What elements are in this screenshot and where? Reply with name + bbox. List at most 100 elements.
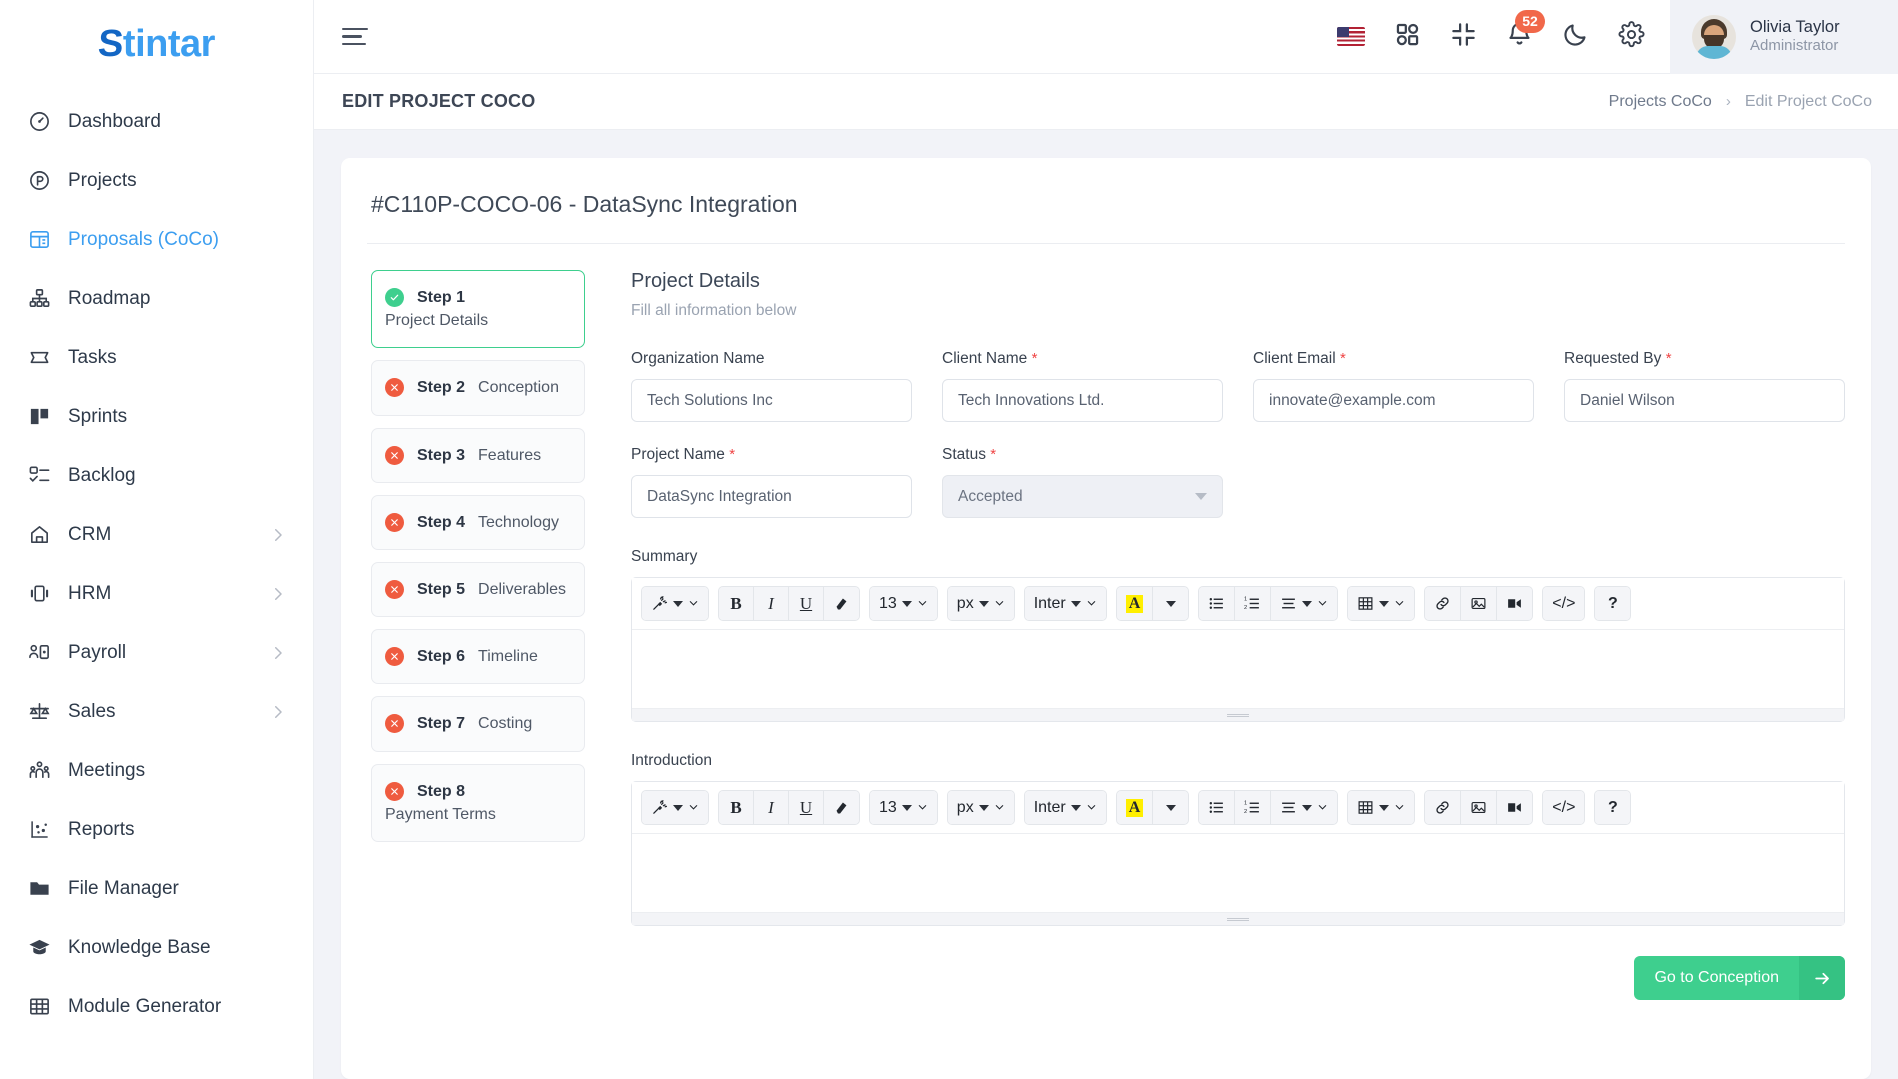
sidebar-item-roadmap[interactable]: Roadmap <box>0 269 313 328</box>
brand-logo[interactable]: Stintar <box>0 0 313 88</box>
highlight-letter: A <box>1125 798 1144 817</box>
sidebar: Stintar Dashboard Projects Proposals (Co… <box>0 0 314 1079</box>
introduction-editor-content[interactable] <box>632 834 1844 912</box>
bullet-list-button[interactable] <box>1199 791 1236 824</box>
italic-button[interactable]: I <box>754 587 789 620</box>
notifications-button[interactable]: 52 <box>1504 9 1545 52</box>
project-name-input[interactable] <box>631 475 912 518</box>
sidebar-item-proposals[interactable]: Proposals (CoCo) <box>0 210 313 269</box>
font-size-select[interactable]: 13 <box>870 791 937 824</box>
sidebar-item-label: Module Generator <box>68 995 222 1017</box>
sidebar-item-backlog[interactable]: Backlog <box>0 446 313 505</box>
summary-label: Summary <box>631 548 698 565</box>
size-unit-select[interactable]: px <box>947 791 1014 824</box>
breadcrumb-parent[interactable]: Projects CoCo <box>1609 93 1712 111</box>
step-item-costing[interactable]: Step 7 Costing <box>371 696 585 752</box>
p-circle-icon <box>26 168 52 194</box>
bullet-list-button[interactable] <box>1199 587 1236 620</box>
align-button[interactable] <box>1271 791 1338 824</box>
code-view-button[interactable]: </> <box>1543 587 1585 620</box>
sidebar-item-hrm[interactable]: HRM <box>0 564 313 623</box>
size-unit-select[interactable]: px <box>947 587 1014 620</box>
apps-grid-button[interactable] <box>1392 22 1422 52</box>
font-size-select[interactable]: 13 <box>870 587 937 620</box>
user-profile-text: Olivia Taylor Administrator <box>1750 17 1840 56</box>
project-edit-card: #C110P-COCO-06 - DataSync Integration St… <box>341 158 1871 1079</box>
clear-format-button[interactable] <box>824 791 859 824</box>
highlight-color-dropdown[interactable] <box>1153 791 1189 824</box>
summary-editor-content[interactable] <box>632 630 1844 708</box>
link-button[interactable] <box>1425 791 1462 824</box>
introduction-editor-resize-handle[interactable] <box>632 912 1844 925</box>
font-family-select[interactable]: Inter <box>1024 791 1106 824</box>
video-button[interactable] <box>1497 791 1533 824</box>
italic-button[interactable]: I <box>754 791 789 824</box>
sidebar-item-knowledge-base[interactable]: Knowledge Base <box>0 918 313 977</box>
text-highlight-button[interactable]: A <box>1116 791 1154 824</box>
step-title: Costing <box>478 715 533 733</box>
font-family-select[interactable]: Inter <box>1024 587 1106 620</box>
align-button[interactable] <box>1271 587 1338 620</box>
underline-button[interactable]: U <box>789 791 824 824</box>
client-name-input[interactable] <box>942 379 1223 422</box>
step-title: Deliverables <box>478 580 567 598</box>
image-button[interactable] <box>1461 791 1498 824</box>
step-item-features[interactable]: Step 3 Features <box>371 427 585 483</box>
sidebar-item-next[interactable] <box>0 1036 313 1052</box>
sidebar-item-reports[interactable]: Reports <box>0 800 313 859</box>
table-button[interactable] <box>1348 791 1415 824</box>
go-to-conception-button[interactable]: Go to Conception <box>1634 956 1845 1000</box>
summary-editor-resize-handle[interactable] <box>632 708 1844 721</box>
help-button[interactable]: ? <box>1595 791 1631 824</box>
caret-icon <box>1165 804 1176 811</box>
sidebar-item-meetings[interactable]: Meetings <box>0 741 313 800</box>
step-number: Step 1 <box>417 289 466 306</box>
step-item-conception[interactable]: Step 2 Conception <box>371 360 585 416</box>
sidebar-item-partial[interactable] <box>0 1036 313 1052</box>
sidebar-toggle-button[interactable] <box>342 22 376 52</box>
help-button[interactable]: ? <box>1595 587 1631 620</box>
highlight-color-dropdown[interactable] <box>1153 587 1189 620</box>
code-view-button[interactable]: </> <box>1543 791 1585 824</box>
sidebar-item-payroll[interactable]: Payroll <box>0 623 313 682</box>
link-button[interactable] <box>1425 587 1462 620</box>
user-name: Olivia Taylor <box>1750 17 1840 36</box>
sidebar-item-file-manager[interactable]: File Manager <box>0 859 313 918</box>
client-email-input[interactable] <box>1253 379 1534 422</box>
sidebar-item-module-generator[interactable]: Module Generator <box>0 977 313 1036</box>
fullscreen-exit-button[interactable] <box>1448 22 1478 52</box>
video-button[interactable] <box>1497 587 1533 620</box>
sidebar-item-tasks[interactable]: Tasks <box>0 328 313 387</box>
text-highlight-button[interactable]: A <box>1116 587 1154 620</box>
dark-mode-toggle[interactable] <box>1560 22 1590 52</box>
requested-by-input[interactable] <box>1564 379 1845 422</box>
step-item-project-details[interactable]: Step 1 Project Details <box>371 270 585 349</box>
sidebar-item-dashboard[interactable]: Dashboard <box>0 92 313 151</box>
sidebar-item-crm[interactable]: CRM <box>0 505 313 564</box>
required-mark: * <box>990 446 997 463</box>
magic-wand-button[interactable] <box>642 791 708 824</box>
clear-format-button[interactable] <box>824 587 859 620</box>
step-item-technology[interactable]: Step 4 Technology <box>371 494 585 550</box>
table-button[interactable] <box>1348 587 1415 620</box>
user-profile-menu[interactable]: Olivia Taylor Administrator <box>1670 0 1898 74</box>
caret-icon <box>978 600 989 607</box>
sidebar-item-sprints[interactable]: Sprints <box>0 387 313 446</box>
sidebar-item-projects[interactable]: Projects <box>0 151 313 210</box>
sidebar-item-sales[interactable]: Sales <box>0 682 313 741</box>
magic-wand-button[interactable] <box>642 587 708 620</box>
organization-name-input[interactable] <box>631 379 912 422</box>
numbered-list-button[interactable]: 12 <box>1235 791 1272 824</box>
numbered-list-button[interactable]: 12 <box>1235 587 1272 620</box>
language-selector-button[interactable] <box>1336 22 1366 52</box>
image-button[interactable] <box>1461 587 1498 620</box>
underline-button[interactable]: U <box>789 587 824 620</box>
step-item-timeline[interactable]: Step 6 Timeline <box>371 629 585 685</box>
step-item-payment-terms[interactable]: Step 8 Payment Terms <box>371 763 585 842</box>
step-item-deliverables[interactable]: Step 5 Deliverables <box>371 561 585 618</box>
settings-button[interactable] <box>1616 20 1646 52</box>
bold-button[interactable]: B <box>719 791 754 824</box>
status-select[interactable]: Accepted <box>942 475 1223 518</box>
form-actions: Go to Conception <box>631 956 1845 1000</box>
bold-button[interactable]: B <box>719 587 754 620</box>
